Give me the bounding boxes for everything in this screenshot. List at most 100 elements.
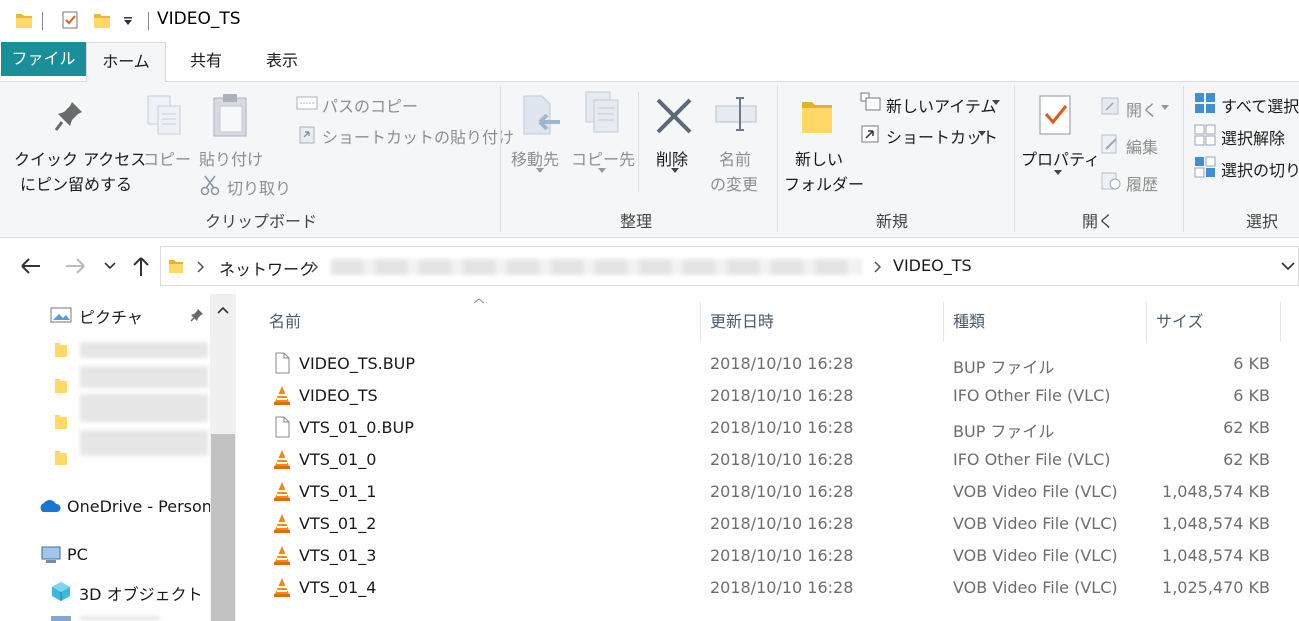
copy-to-icon xyxy=(585,91,619,133)
navigation-pane: ピクチャ OneDrive - Person PC 3D オブジェクト xyxy=(0,294,236,621)
column-divider[interactable] xyxy=(1146,302,1147,342)
organize-divider xyxy=(638,92,639,192)
copy-label: コピー xyxy=(143,150,192,169)
new-folder-label-1: 新しい xyxy=(795,150,844,169)
rename-label-2: の変更 xyxy=(710,175,759,194)
scrollbar-thumb[interactable] xyxy=(211,434,235,621)
file-type: IFO Other File (VLC) xyxy=(953,386,1111,405)
pin-label-2: にピン留めする xyxy=(20,175,133,194)
breadcrumb-current[interactable]: VIDEO_TS xyxy=(893,256,972,275)
file-type: VOB Video File (VLC) xyxy=(953,482,1118,501)
scroll-up-arrow-icon[interactable] xyxy=(217,306,229,314)
table-row[interactable]: VTS_01_0.BUP 2018/10/10 16:28 BUP ファイル 6… xyxy=(236,412,1299,444)
table-row[interactable]: VTS_01_4 2018/10/10 16:28 VOB Video File… xyxy=(236,572,1299,604)
recent-locations-chevron-icon[interactable] xyxy=(104,262,116,270)
nav-scrollbar[interactable] xyxy=(210,294,236,621)
ribbon: クイック アクセス にピン留めする コピー 貼り付け パスのコピー ショートカッ… xyxy=(0,82,1299,238)
new-item-icon xyxy=(860,92,881,111)
vlc-icon xyxy=(274,546,290,565)
table-row[interactable]: VIDEO_TS.BUP 2018/10/10 16:28 BUP ファイル 6… xyxy=(236,348,1299,380)
file-list: 名前 更新日時 種類 サイズ VIDEO_TS.BUP 2018/10/10 1… xyxy=(236,294,1299,621)
file-size: 1,025,470 KB xyxy=(1162,578,1270,597)
new-folder-label-2: フォルダー xyxy=(784,175,865,194)
shortcut-dropdown-icon xyxy=(978,131,986,136)
column-header-size[interactable]: サイズ xyxy=(1156,308,1204,332)
tab-file[interactable]: ファイル xyxy=(1,42,86,76)
navigation-bar: ネットワーク VIDEO_TS xyxy=(0,238,1299,294)
select-none-icon xyxy=(1194,124,1216,146)
file-size: 1,048,574 KB xyxy=(1162,546,1270,565)
delete-x-icon xyxy=(656,98,692,134)
rename-icon xyxy=(715,97,757,131)
copy-to-label: コピー先 xyxy=(571,150,636,169)
vlc-icon xyxy=(274,578,290,597)
tab-home[interactable]: ホーム xyxy=(86,42,166,83)
folder-icon[interactable] xyxy=(14,10,34,30)
copy-icon xyxy=(147,95,181,135)
file-name: VIDEO_TS xyxy=(299,386,378,405)
new-item-label: 新しいアイテム xyxy=(886,97,997,116)
column-header-date[interactable]: 更新日時 xyxy=(710,308,774,332)
tab-view[interactable]: 表示 xyxy=(252,42,312,82)
column-header-name[interactable]: 名前 xyxy=(269,308,301,332)
redacted-name xyxy=(80,366,208,388)
table-row[interactable]: VTS_01_0 2018/10/10 16:28 IFO Other File… xyxy=(236,444,1299,476)
blank-file-icon xyxy=(275,352,290,374)
rename-label-1: 名前 xyxy=(719,150,752,169)
cut-label: 切り取り xyxy=(227,179,292,198)
edit-label: 編集 xyxy=(1126,138,1159,157)
customize-qat-icon[interactable] xyxy=(122,16,134,26)
breadcrumb-chevron-icon[interactable] xyxy=(311,261,319,273)
column-header-type[interactable]: 種類 xyxy=(953,308,985,332)
forward-arrow-icon[interactable] xyxy=(64,256,88,276)
column-divider[interactable] xyxy=(943,302,944,342)
file-name: VTS_01_1 xyxy=(299,482,377,501)
group-divider-2 xyxy=(777,86,778,232)
file-name: VTS_01_2 xyxy=(299,514,377,533)
new-item-dropdown-icon xyxy=(992,100,1000,105)
column-divider[interactable] xyxy=(1280,302,1281,342)
up-arrow-icon[interactable] xyxy=(131,254,151,278)
invert-selection-label: 選択の切り xyxy=(1221,161,1299,180)
breadcrumb-chevron-icon[interactable] xyxy=(197,261,205,273)
back-arrow-icon[interactable] xyxy=(18,256,42,276)
table-row[interactable]: VTS_01_1 2018/10/10 16:28 VOB Video File… xyxy=(236,476,1299,508)
new-folder-icon[interactable] xyxy=(92,10,112,30)
group-divider xyxy=(500,86,501,232)
pin-label-1: クイック アクセス xyxy=(14,150,147,169)
table-row[interactable]: VTS_01_3 2018/10/10 16:28 VOB Video File… xyxy=(236,540,1299,572)
file-type: VOB Video File (VLC) xyxy=(953,546,1118,565)
ribbon-tabs: ファイル ホーム 共有 表示 xyxy=(0,40,1299,83)
file-type: VOB Video File (VLC) xyxy=(953,578,1118,597)
folder-icon xyxy=(55,379,67,393)
redacted-name xyxy=(80,394,208,422)
open-icon xyxy=(1101,97,1119,115)
new-group-label: 新規 xyxy=(876,212,909,231)
folder-icon xyxy=(55,343,67,357)
properties-check-icon[interactable] xyxy=(60,10,80,30)
open-group-label: 開く xyxy=(1082,212,1115,231)
delete-dropdown-icon xyxy=(671,168,679,173)
folder-icon xyxy=(55,451,67,465)
title-divider xyxy=(148,12,149,30)
address-bar[interactable]: ネットワーク VIDEO_TS xyxy=(160,246,1299,286)
breadcrumb-network[interactable]: ネットワーク xyxy=(219,256,315,280)
onedrive-cloud-icon xyxy=(40,500,61,512)
select-all-label: すべて選択 xyxy=(1221,97,1299,116)
breadcrumb-chevron-icon[interactable] xyxy=(874,261,882,273)
edit-icon xyxy=(1101,134,1117,154)
address-history-chevron-icon[interactable] xyxy=(1281,261,1295,271)
column-divider[interactable] xyxy=(700,302,701,342)
paste-shortcut-label: ショートカットの貼り付け xyxy=(322,128,515,147)
table-row[interactable]: VIDEO_TS 2018/10/10 16:28 IFO Other File… xyxy=(236,380,1299,412)
file-date: 2018/10/10 16:28 xyxy=(710,578,854,597)
paste-shortcut-icon xyxy=(299,126,315,144)
table-row[interactable]: VTS_01_2 2018/10/10 16:28 VOB Video File… xyxy=(236,508,1299,540)
file-name: VIDEO_TS.BUP xyxy=(299,354,416,373)
tab-share[interactable]: 共有 xyxy=(176,42,236,82)
nav-label-3d-objects: 3D オブジェクト xyxy=(79,585,203,604)
file-name: VTS_01_4 xyxy=(299,578,377,597)
organize-group-label: 整理 xyxy=(620,212,653,231)
file-size: 62 KB xyxy=(1223,418,1270,437)
paste-label: 貼り付け xyxy=(199,150,264,169)
